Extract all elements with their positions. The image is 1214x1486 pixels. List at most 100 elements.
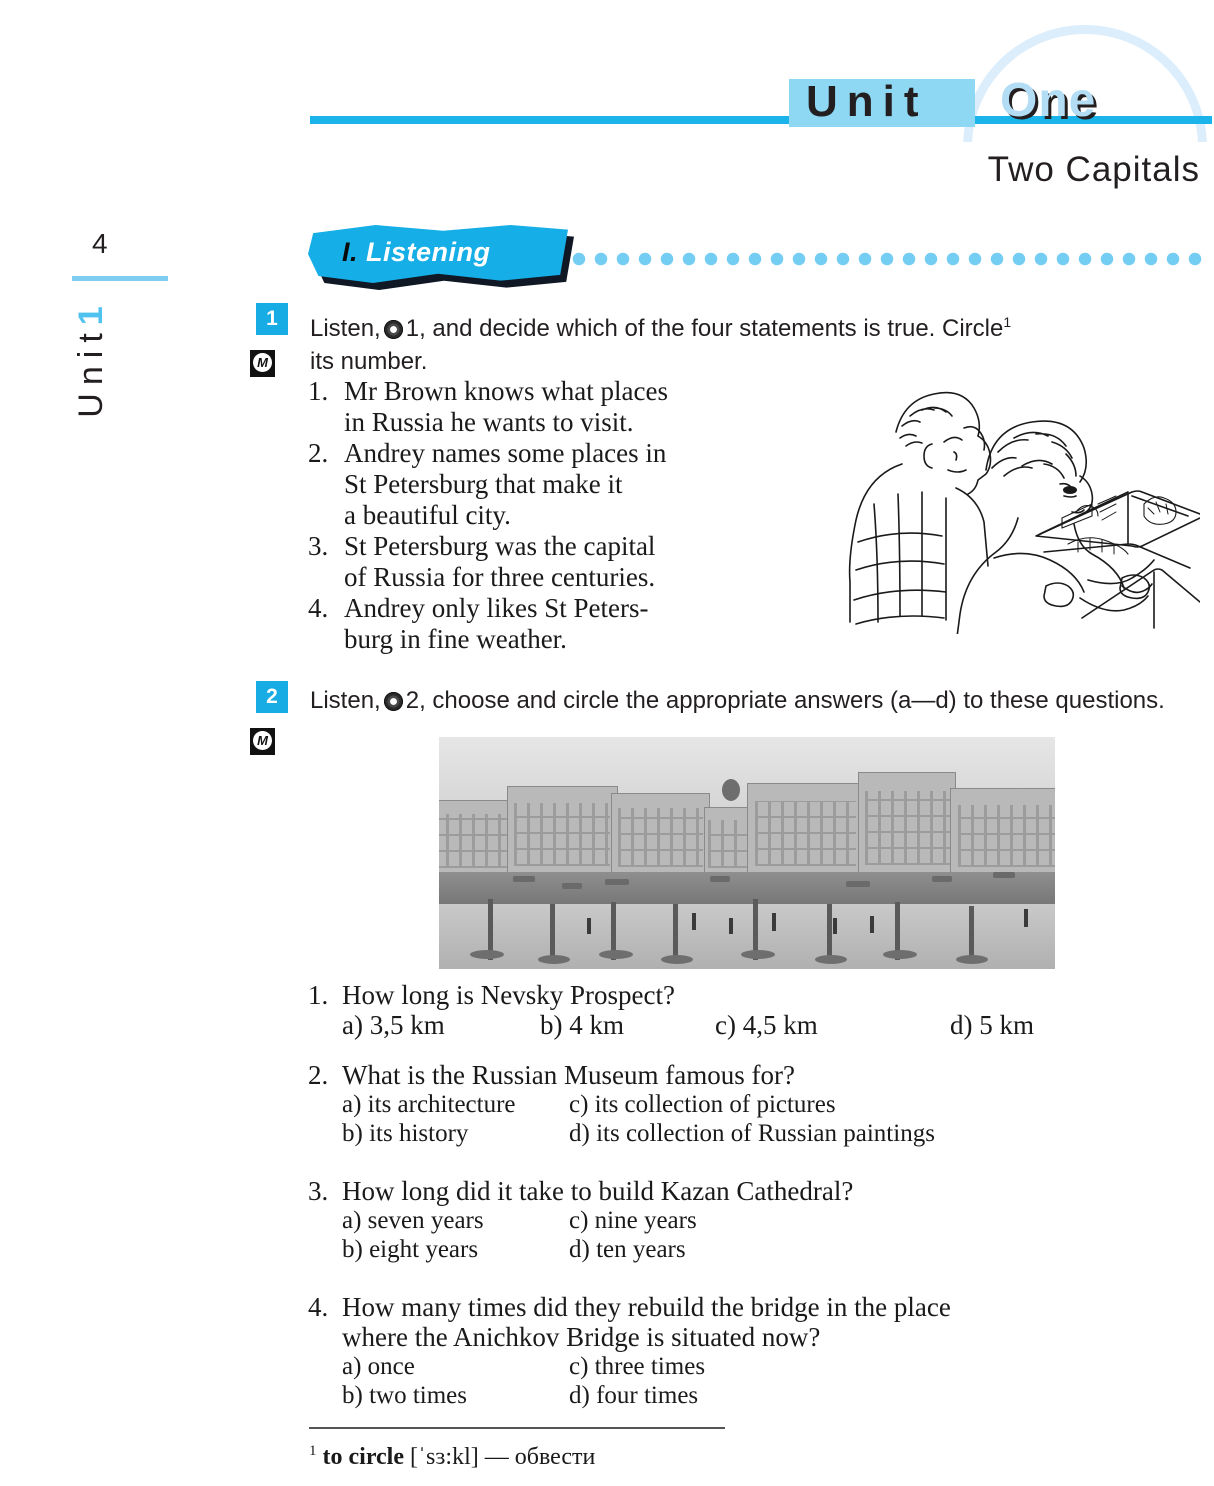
option-a[interactable]: a) once	[342, 1352, 569, 1381]
instruction-text-b: 2, choose and circle the appropriate ans…	[405, 687, 1165, 714]
unit-number-word: One	[1000, 74, 1097, 127]
question-line: where the Anichkov Bridge is situated no…	[342, 1322, 821, 1352]
photo-car	[512, 876, 535, 883]
cd-icon	[383, 320, 403, 339]
option-c[interactable]: c) its collection of pictures	[569, 1090, 836, 1119]
option-c[interactable]: c) 4,5 km	[715, 1010, 950, 1040]
statement-item: 2. Andrey names some places in St Peters…	[308, 438, 813, 531]
photo-building	[747, 783, 865, 877]
option-d[interactable]: d) 5 km	[950, 1010, 1034, 1040]
statement-line: St Petersburg that make it	[344, 469, 623, 499]
footnote-transcription: [ˈsɜ:kl]	[410, 1444, 479, 1470]
instruction-text-a: Listen,	[310, 687, 381, 714]
exercise-1-instruction: Listen, 1, and decide which of the four s…	[310, 306, 1208, 378]
photo-car	[993, 871, 1016, 878]
photo-building	[439, 799, 513, 877]
question-number: 4.	[308, 1292, 329, 1322]
statement-line: St Petersburg was the capital	[344, 531, 656, 561]
banner-label: I. Listening	[342, 237, 491, 268]
photo-car	[605, 878, 630, 885]
question-text: How long did it take to build Kazan Cath…	[342, 1176, 1208, 1206]
vertical-unit-label: Unit1	[72, 248, 111, 468]
option-c[interactable]: c) nine years	[569, 1206, 697, 1235]
cd-icon	[383, 692, 403, 711]
photo-building	[857, 771, 957, 877]
question-number: 2.	[308, 1060, 329, 1090]
section-roman: I.	[342, 237, 359, 267]
photo-tree	[827, 904, 833, 960]
photo-building	[950, 788, 1055, 877]
section-banner: I. Listening	[308, 225, 574, 290]
photo-pedestrian	[771, 913, 776, 932]
option-b[interactable]: b) eight years	[342, 1235, 569, 1264]
statement-line: Andrey only likes St Peters-	[344, 593, 649, 623]
option-a[interactable]: a) seven years	[342, 1206, 569, 1235]
option-group: a) its architecture c) its collection of…	[342, 1090, 1208, 1148]
photo-building	[506, 785, 618, 877]
statement-line: in Russia he wants to visit.	[344, 407, 634, 437]
option-a[interactable]: a) its architecture	[342, 1090, 569, 1119]
option-b[interactable]: b) its history	[342, 1119, 569, 1148]
footnote-dash: —	[484, 1444, 509, 1470]
question-item: 2. What is the Russian Museum famous for…	[308, 1060, 1208, 1148]
instruction-text-a: Listen,	[310, 315, 381, 342]
photo-pedestrian	[1024, 908, 1029, 927]
statement-body: Mr Brown knows what places in Russia he …	[344, 376, 813, 438]
statement-item: 4. Andrey only likes St Peters- burg in …	[308, 593, 813, 655]
statement-line: burg in fine weather.	[344, 624, 567, 654]
media-badge-letter: M	[253, 731, 272, 750]
footnote-translation: обвести	[514, 1444, 596, 1470]
footnote-ref: 1	[1003, 314, 1012, 330]
question-line: How long did it take to build Kazan Cath…	[342, 1176, 854, 1206]
photo-tree-bed	[814, 955, 847, 965]
statement-line: a beautiful city.	[344, 500, 511, 530]
statement-item: 1. Mr Brown knows what places in Russia …	[308, 376, 813, 438]
option-d[interactable]: d) its collection of Russian paintings	[569, 1119, 935, 1148]
photo-tree	[549, 904, 555, 960]
photo-tree-bed	[660, 955, 693, 965]
photo-pedestrian	[728, 917, 733, 934]
media-badge-letter: M	[253, 353, 272, 372]
question-line: What is the Russian Museum famous for?	[342, 1060, 795, 1090]
footnote: 1 to circle [ˈsɜ:kl] — обвести	[309, 1443, 595, 1471]
question-line: How many times did they rebuild the brid…	[342, 1292, 951, 1322]
textbook-page: Unit One Two Capitals 4 Unit1 I. Listeni…	[0, 0, 1214, 1486]
footnote-marker: 1	[309, 1443, 317, 1459]
statement-number: 2.	[308, 438, 329, 468]
option-b[interactable]: b) two times	[342, 1381, 569, 1410]
option-d[interactable]: d) four times	[569, 1381, 698, 1410]
photo-pedestrian	[833, 917, 838, 934]
photo-car	[710, 876, 731, 883]
question-text: What is the Russian Museum famous for?	[342, 1060, 1208, 1090]
photo-nevsky-prospect	[439, 737, 1055, 969]
statement-body: Andrey names some places in St Petersbur…	[344, 438, 813, 531]
illustration-man-and-boy-reading	[848, 391, 1200, 634]
photo-tree-bed	[537, 955, 570, 965]
option-a[interactable]: a) 3,5 km	[342, 1010, 540, 1040]
exercise-1-media-badge: M	[250, 350, 275, 377]
option-d[interactable]: d) ten years	[569, 1235, 686, 1264]
statement-number: 1.	[308, 376, 329, 406]
option-c[interactable]: c) three times	[569, 1352, 705, 1381]
question-text: How many times did they rebuild the brid…	[342, 1292, 1208, 1352]
exercise-1-badge: 1	[256, 303, 288, 335]
photo-pedestrian	[691, 913, 696, 931]
photo-pedestrian	[870, 915, 875, 933]
footnote-rule	[309, 1427, 725, 1429]
option-b[interactable]: b) 4 km	[540, 1010, 715, 1040]
photo-pedestrian	[586, 917, 591, 934]
question-item: 3. How long did it take to build Kazan C…	[308, 1176, 1208, 1264]
question-number: 1.	[308, 980, 329, 1010]
statement-line: Andrey names some places in	[344, 438, 667, 468]
option-group: a) once c) three times b) two times d) f…	[342, 1352, 1208, 1410]
question-text: How long is Nevsky Prospect?	[342, 980, 1208, 1010]
photo-building	[703, 806, 754, 877]
photo-car	[845, 880, 870, 887]
exercise-2-instruction: Listen, 2, choose and circle the appropri…	[310, 684, 1208, 717]
question-number: 3.	[308, 1176, 329, 1206]
exercise-2-badge: 2	[256, 681, 288, 713]
section-label: Listening	[366, 237, 491, 267]
question-line: How long is Nevsky Prospect?	[342, 980, 675, 1010]
